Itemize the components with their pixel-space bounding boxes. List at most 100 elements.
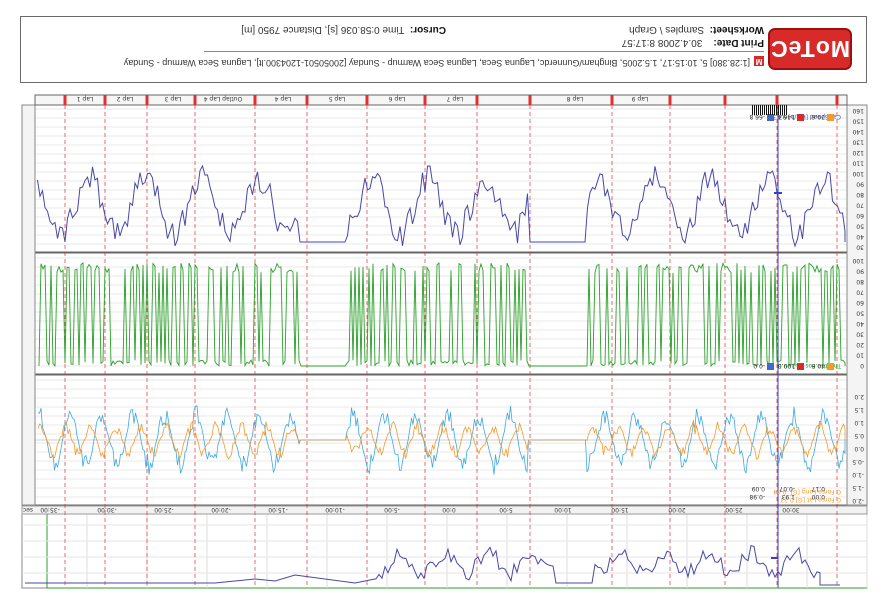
cursor-region-mark (774, 105, 775, 115)
throttle-y-tick: 10 (856, 352, 864, 359)
speed-y-tick: 160 (852, 107, 864, 114)
speed-y-tick: 100 (852, 170, 864, 177)
throttle-cursor-value: 100.0 (778, 362, 795, 369)
speed-y-tick: 140 (852, 128, 864, 135)
speed-y-tick: 70 (856, 202, 864, 209)
cursor-region-mark (752, 105, 753, 115)
speed-y-tick: 110 (852, 160, 864, 167)
time-axis-tick: -35:00 (40, 506, 60, 513)
cursor-region-mark (772, 105, 773, 115)
speed-y-tick: 90 (856, 181, 864, 188)
g-y-tick: -1.5 (852, 484, 864, 491)
speed-y-tick: 120 (852, 149, 864, 156)
lap-boundary-marker (305, 95, 309, 105)
cursor-region-mark (754, 105, 755, 115)
lap-label: Lap 8 (567, 95, 584, 102)
lap-label: Lap 4 (275, 95, 292, 102)
throttle-y-tick: 0 (860, 362, 864, 369)
speed-cursor-marker (797, 114, 804, 121)
lap-label: Lap 6 (389, 95, 406, 102)
cursor-region-mark (756, 105, 757, 115)
cursor-region-mark (780, 105, 781, 115)
motec-logo: MoTeC (768, 28, 852, 70)
g-y-tick: -1.0 (852, 471, 864, 478)
time-axis-tick: -15:00 (268, 506, 288, 513)
time-axis-tick: 30:00 (782, 506, 799, 513)
lap-label: Lap 5 (329, 95, 346, 102)
throttle-cursor-value: -0.0 (753, 362, 765, 369)
time-axis-tick: -30:00 (97, 506, 117, 513)
throttle-y-tick: 70 (856, 289, 864, 296)
graph-area: sec -35:00 -30:00 -25:00 -20:00 -15:00 -10:00 -… (21, 94, 868, 589)
cursor-region-mark (760, 105, 761, 115)
cursor-region-mark (782, 105, 783, 115)
speed-y-tick: 60 (856, 212, 864, 219)
speed-cursor-value: 79.6 (811, 113, 825, 120)
throttle-y-tick: 80 (856, 278, 864, 285)
speed-cursor-marker (767, 114, 774, 121)
lap-boundary-marker (423, 95, 427, 105)
time-axis-tick: 10:00 (554, 506, 571, 513)
cursor-region-mark (786, 105, 787, 115)
lap-label: Lap 7 (447, 95, 464, 102)
throttle-y-tick: 90 (856, 268, 864, 275)
throttle-y-tick: 100 (852, 257, 864, 264)
g-cursor-value: 0.09 (751, 485, 765, 492)
lap-label: Lap 2 (117, 95, 134, 102)
cursor-readout: Cursor: Time 0:58.036 [s], Distance 7950… (241, 24, 446, 35)
lap-label: Lap 9 (632, 95, 649, 102)
time-axis-tick: -20:00 (211, 506, 231, 513)
time-axis-tick: 15:00 (611, 506, 628, 513)
throttle-cursor-value: 40.6 (811, 362, 825, 369)
g-cursor-value: 0.00 (811, 493, 825, 500)
throttle-y-tick: 50 (856, 310, 864, 317)
time-axis-tick: 5:00 (499, 506, 513, 513)
cursor-region-mark (758, 105, 759, 115)
time-axis-tick: 20:00 (668, 506, 685, 513)
print-date: Print Date: 30.4.2008 8:17:57 (621, 37, 764, 48)
session-badge-icon: M (754, 56, 764, 66)
speed-cursor-marker (827, 114, 834, 121)
cursor-region-mark (766, 105, 767, 115)
cursor-region-mark (784, 105, 785, 115)
speed-y-tick: 40 (856, 233, 864, 240)
g-y-tick: 1.0 (854, 419, 864, 426)
time-axis-tick: -10:00 (325, 506, 345, 513)
cursor-region-mark (768, 105, 769, 115)
worksheet-name: Worksheet: Samples \ Graph (629, 24, 764, 35)
throttle-y-tick: 20 (856, 341, 864, 348)
g-cursor-value: 0.17 (811, 485, 825, 492)
right-scroll-strip (21, 104, 36, 506)
lap-boundary-marker (610, 95, 614, 105)
lap-boundary-marker (63, 95, 67, 105)
lap-label: Lap 1 (77, 95, 94, 102)
lap-label: Outlap Lap 4 (204, 95, 243, 102)
footer-divider (204, 51, 764, 52)
g-y-tick: -2.0 (852, 497, 864, 504)
cursor-region-mark (776, 105, 777, 115)
cursor-region-mark (770, 105, 771, 115)
print-footer: MoTeC M [1:28.380] 5, 10:15:17, 1.5.2005… (20, 16, 867, 83)
lap-boundary-marker (723, 95, 727, 105)
throttle-y-tick: 60 (856, 299, 864, 306)
speed-y-tick: 30 (856, 244, 864, 251)
time-axis-unit: sec (23, 506, 33, 513)
cursor-region-mark (778, 105, 779, 115)
lap-boundary-marker (835, 95, 839, 105)
lap-boundary-marker (775, 95, 779, 105)
lap-boundary-marker (528, 95, 532, 105)
time-axis-tick: 25:00 (725, 506, 742, 513)
throttle-cursor-marker (827, 363, 834, 370)
throttle-cursor-marker (797, 363, 804, 370)
speed-y-tick: 150 (852, 118, 864, 125)
throttle-cursor-marker (767, 363, 774, 370)
g-y-tick: -0.5 (852, 458, 864, 465)
time-axis-tick: -5:00 (384, 506, 400, 513)
speed-y-tick: 50 (856, 223, 864, 230)
g-y-tick: 2.0 (854, 393, 864, 400)
g-y-tick: 0.0 (854, 445, 864, 452)
g-cursor-value: -0.98 (749, 493, 765, 500)
lap-boundary-marker (193, 95, 197, 105)
throttle-y-tick: 40 (856, 320, 864, 327)
time-axis-tick: 0:00 (442, 506, 456, 513)
